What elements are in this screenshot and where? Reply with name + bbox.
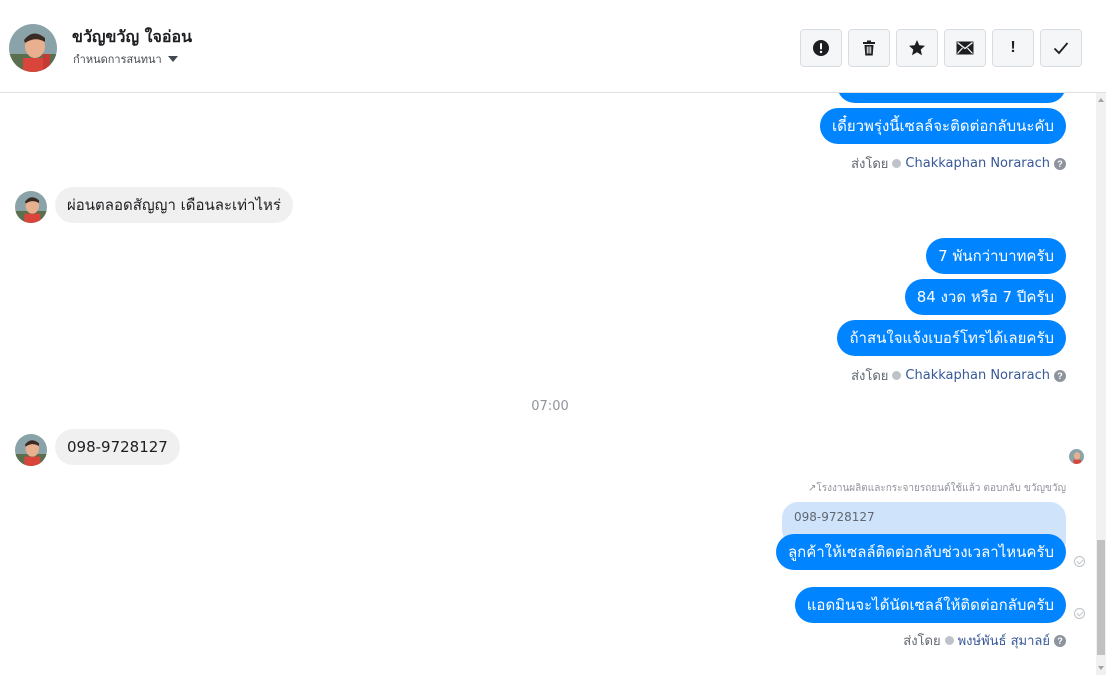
assign-conversation-dropdown[interactable]: กำหนดการสนทนา (73, 50, 178, 68)
sent-by-label: ส่งโดย (903, 634, 941, 649)
agent-check-icon (892, 371, 902, 380)
star-button[interactable] (896, 29, 938, 67)
sent-by-line: ส่งโดย Chakkaphan Norarach ? (851, 365, 1066, 386)
spam-button[interactable] (800, 29, 842, 67)
incoming-message[interactable]: 098-9728127 (55, 429, 180, 465)
assign-label: กำหนดการสนทนา (73, 53, 162, 66)
contact-message-avatar[interactable] (15, 191, 47, 223)
contact-avatar[interactable] (9, 24, 57, 72)
mark-unread-button[interactable] (944, 29, 986, 67)
envelope-icon (956, 41, 974, 55)
delivered-check-icon (1074, 608, 1085, 619)
seen-avatar (1069, 449, 1084, 464)
agent-check-icon (892, 159, 902, 168)
delivered-check-icon (1074, 556, 1085, 567)
agent-name-link[interactable]: พงษ์พันธ์ สุมาลย์ (958, 630, 1050, 651)
trash-icon (863, 40, 875, 56)
contact-name: ขวัญขวัญ ใจอ่อน (72, 27, 193, 46)
scroll-up-arrow-icon[interactable] (1098, 98, 1104, 102)
contact-message-avatar[interactable] (15, 434, 47, 466)
reply-note-text: โรงงานผลิตและกระจายรถยนต์ใช้แล้ว ตอบกลับ… (816, 483, 1066, 494)
help-icon[interactable]: ? (1054, 369, 1066, 382)
sent-by-label: ส่งโดย (851, 369, 889, 384)
checkmark-icon (1053, 42, 1069, 55)
outgoing-message[interactable]: แอดมินจะได้นัดเซลล์ให้ติดต่อกลับครับ (794, 587, 1066, 623)
outgoing-message[interactable]: ถ้าสนใจแจ้งเบอร์โทรได้เลยครับ (837, 320, 1066, 356)
agent-name-link[interactable]: Chakkaphan Norarach (905, 368, 1050, 383)
quoted-message-text: 098-9728127 (794, 510, 875, 524)
help-icon[interactable]: ? (1054, 157, 1066, 170)
outgoing-message-partial[interactable] (837, 93, 1066, 103)
star-icon (909, 40, 925, 56)
sent-by-label: ส่งโดย (851, 157, 889, 172)
vertical-scrollbar[interactable] (1096, 93, 1106, 675)
conversation-header: ขวัญขวัญ ใจอ่อน กำหนดการสนทนา ! (0, 0, 1106, 93)
scroll-down-arrow-icon[interactable] (1098, 666, 1104, 670)
scrollbar-thumb[interactable] (1097, 540, 1105, 655)
agent-name-link[interactable]: Chakkaphan Norarach (905, 156, 1050, 171)
agent-check-icon (944, 636, 954, 645)
help-icon[interactable]: ? (1054, 634, 1066, 647)
sent-by-line: ส่งโดย Chakkaphan Norarach ? (851, 153, 1066, 174)
exclamation-icon: ! (1010, 39, 1016, 56)
outgoing-message[interactable]: 84 งวด หรือ 7 ปีครับ (904, 279, 1066, 315)
message-thread: เดี๋ยวพรุ่งนี้เซลล์จะติดต่อกลับนะคับ ส่ง… (0, 93, 1096, 675)
mark-done-button[interactable] (1040, 29, 1082, 67)
conversation-toolbar: ! (800, 29, 1082, 67)
sent-by-line: ส่งโดย พงษ์พันธ์ สุมาลย์ ? (903, 630, 1066, 651)
delete-button[interactable] (848, 29, 890, 67)
reply-note: ↗โรงงานผลิตและกระจายรถยนต์ใช้แล้ว ตอบกลั… (808, 481, 1066, 496)
follow-up-button[interactable]: ! (992, 29, 1034, 67)
alert-circle-icon (813, 40, 829, 56)
outgoing-message[interactable]: ลูกค้าให้เซลล์ติดต่อกลับช่วงเวลาไหนครับ (775, 534, 1066, 570)
caret-down-icon (167, 56, 178, 62)
time-separator: 07:00 (531, 399, 569, 414)
outgoing-message[interactable]: 7 พันกว่าบาทครับ (926, 238, 1066, 274)
outgoing-message[interactable]: เดี๋ยวพรุ่งนี้เซลล์จะติดต่อกลับนะคับ (819, 108, 1066, 144)
incoming-message[interactable]: ผ่อนตลอดสัญญา เดือนละเท่าไหร่ (55, 187, 293, 223)
